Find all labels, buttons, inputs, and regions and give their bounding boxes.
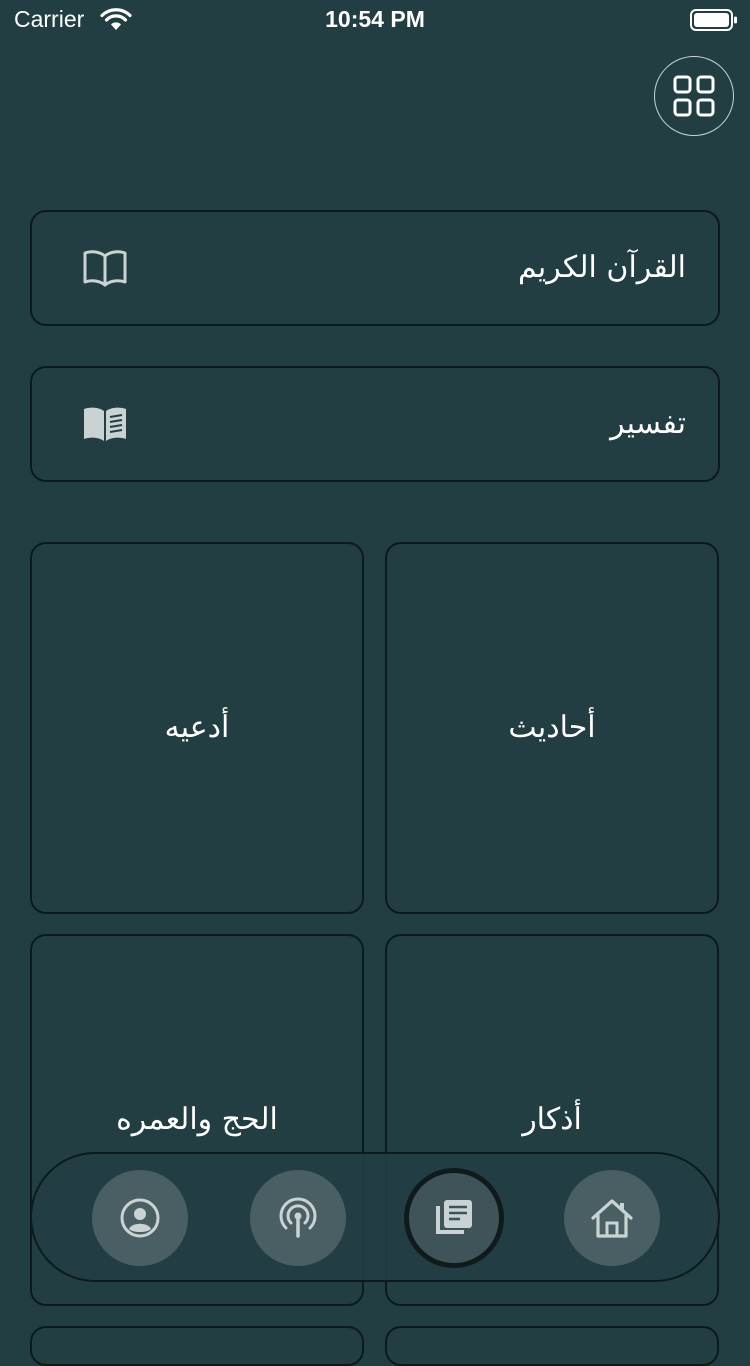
tafsir-card[interactable]: تفسير — [30, 366, 720, 482]
battery-icon — [690, 9, 737, 31]
nav-broadcast-button[interactable] — [250, 1170, 346, 1266]
home-icon — [591, 1199, 633, 1238]
ahadith-tile[interactable]: أحاديث — [385, 542, 719, 914]
open-book-icon — [83, 250, 127, 287]
adiyah-label: أدعيه — [164, 710, 230, 745]
book-reader-icon — [84, 407, 126, 441]
menu-button[interactable] — [654, 56, 734, 136]
ahadith-label: أحاديث — [508, 710, 596, 745]
tafsir-card-label: تفسير — [610, 406, 686, 441]
library-icon — [436, 1200, 472, 1234]
nav-library-button[interactable] — [404, 1168, 504, 1268]
profile-icon — [120, 1198, 160, 1238]
broadcast-icon — [279, 1197, 317, 1238]
quran-card-label: القرآن الكريم — [517, 250, 686, 285]
bottom-nav-bar — [30, 1152, 720, 1282]
clock: 10:54 PM — [325, 6, 425, 32]
nav-profile-button[interactable] — [92, 1170, 188, 1266]
adiyah-tile[interactable]: أدعيه — [30, 542, 364, 914]
tile-partial-right[interactable] — [385, 1326, 719, 1366]
grid-icon — [673, 75, 715, 117]
nav-home-button[interactable] — [564, 1170, 660, 1266]
status-bar: Carrier 10:54 PM — [0, 0, 750, 40]
tile-partial-left[interactable] — [30, 1326, 364, 1366]
quran-card[interactable]: القرآن الكريم — [30, 210, 720, 326]
